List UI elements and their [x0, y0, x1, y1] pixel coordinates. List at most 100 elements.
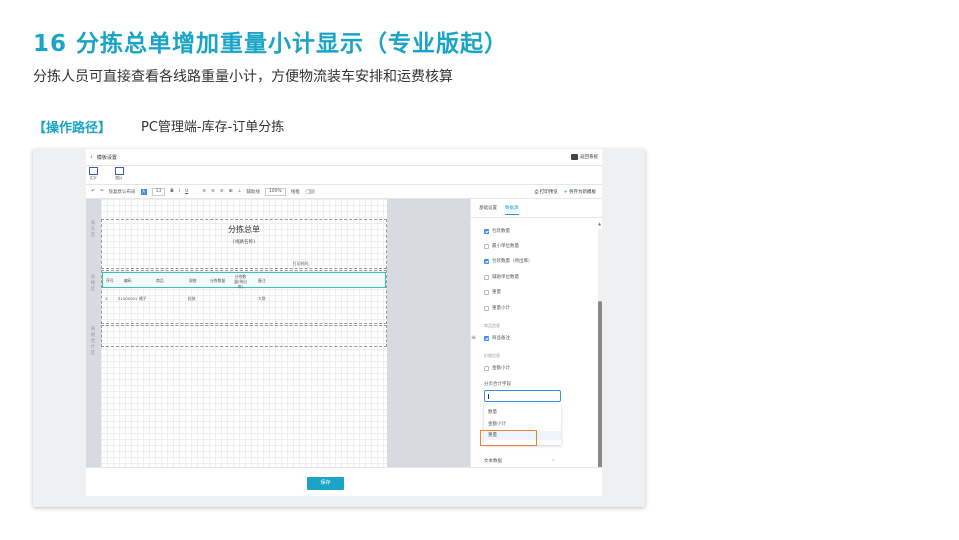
italic-button[interactable]: I — [179, 189, 180, 194]
print-preview-label: 打印预览 — [539, 190, 558, 195]
drag-handle-icon[interactable]: ≡ — [471, 334, 476, 341]
scroll-up-icon[interactable]: ▲ — [598, 221, 601, 226]
option-package-qty[interactable]: 包装数量 — [484, 228, 510, 234]
underline-button[interactable]: U — [185, 189, 188, 194]
undo-icon[interactable]: ↶ — [91, 189, 95, 194]
row-code: S1000001 — [118, 296, 138, 301]
tab-data-source[interactable]: 数据源 — [505, 205, 519, 215]
checkbox-unchecked[interactable] — [484, 289, 489, 295]
plus-icon: + — [563, 190, 568, 195]
option-label: 金额小计 — [492, 366, 510, 371]
save-as-new-button[interactable]: + 另存为新模板 — [564, 189, 596, 195]
col-header-code: 编码 — [124, 278, 132, 283]
checkbox-unchecked[interactable] — [484, 274, 489, 280]
doc-title[interactable]: 分拣总单 — [101, 224, 387, 235]
print-preview-button[interactable]: ⎙ 打印预览 — [535, 189, 558, 195]
table-header-row[interactable]: 序号 编码 商品 规格 分拣数量 分拣数量(待出库) 备注 — [102, 272, 386, 289]
image-icon — [114, 167, 124, 175]
page-subtotal-field-input[interactable] — [484, 390, 561, 402]
save-button[interactable]: 保存 — [307, 477, 344, 490]
side-label-header: 表头区 — [90, 221, 96, 238]
doc-subtitle[interactable]: {线路名称} — [101, 239, 387, 245]
path-label: 【操作路径】 — [33, 121, 112, 136]
zoom-select[interactable]: 100% — [264, 187, 286, 196]
back-chevron-icon[interactable]: ‹ — [90, 153, 93, 161]
align-center-icon[interactable]: ≡ — [211, 189, 215, 194]
scrollbar-thumb[interactable] — [598, 301, 602, 471]
align-left-icon[interactable]: ≡ — [202, 189, 206, 194]
checkbox-checked[interactable] — [484, 228, 489, 234]
dropdown-option-amount-subtotal[interactable]: 金额小计 — [488, 421, 506, 427]
col-header-qty-pending: 分拣数量(待出库) — [234, 274, 247, 289]
dropdown-option-qty[interactable]: 数量 — [488, 409, 497, 415]
insert-image-button[interactable]: 图片 — [112, 167, 126, 181]
screenshot-frame: ‹ 模板设置 返回系统 文字 图片 ↶ ↷ 恢复默认布局 A 13 B I U … — [33, 149, 645, 507]
page-subtotal-field-label: 分页合计字段 — [484, 382, 511, 387]
option-weight[interactable]: 重量 — [484, 289, 501, 295]
panel-scrollbar[interactable] — [598, 229, 602, 471]
summary-band[interactable] — [101, 325, 387, 347]
checkbox-checked[interactable] — [484, 258, 489, 264]
row-index: 1 — [105, 296, 108, 301]
side-label-table: 表格区 — [90, 275, 96, 292]
col-header-qty: 分拣数量 — [210, 278, 226, 283]
toolbar-right-actions: ⎙ 打印预览 + 另存为新模板 — [535, 189, 596, 195]
font-size-input[interactable]: 13 — [151, 187, 166, 196]
insert-image-label: 图片 — [115, 176, 123, 180]
line-frame-toggle[interactable] — [304, 189, 315, 194]
col-header-index: 序号 — [106, 278, 114, 283]
checkbox-checked[interactable] — [484, 335, 489, 341]
option-label: 辅助单位数量 — [492, 275, 519, 280]
side-label-summary: 表格合计区 — [90, 327, 96, 356]
page-title: 模板设置 — [96, 154, 117, 161]
checkbox-unchecked[interactable] — [484, 243, 489, 249]
tab-basic-settings[interactable]: 基础设置 — [479, 205, 497, 215]
save-as-new-label: 另存为新模板 — [569, 190, 596, 195]
option-aux-unit-qty[interactable]: 辅助单位数量 — [484, 274, 519, 280]
insert-text-label: 文字 — [89, 176, 97, 180]
chevron-right-icon: › — [552, 458, 554, 463]
print-time-field[interactable]: 打印时间： — [293, 261, 312, 267]
return-system-button[interactable]: 返回系统 — [571, 154, 598, 160]
restore-layout-button[interactable]: 恢复默认布局 — [109, 189, 136, 195]
option-goods-remark[interactable]: 商品备注 — [484, 335, 510, 341]
group-price-info: 价格信息 — [484, 353, 500, 358]
properties-panel: 基础设置 数据源 ▲ 包装数量 最小单位数量 包装数量（待出库） 辅助单位数量 … — [470, 199, 603, 471]
col-header-spec: 规格 — [189, 278, 197, 283]
option-package-qty-pending[interactable]: 包装数量（待出库） — [484, 258, 533, 264]
path-value: PC管理端-库存-订单分拣 — [141, 120, 285, 135]
layer-icon[interactable]: ⊥ — [237, 189, 241, 194]
template-paper[interactable]: 分拣总单 {线路名称} 打印时间： 序号 编码 商品 规格 分拣数量 分拣数量(… — [101, 199, 387, 467]
panel-tabs: 基础设置 数据源 — [479, 205, 519, 215]
design-canvas: 表头区 表格区 表格合计区 分拣总单 {线路名称} 打印时间： 序号 编码 商品… — [86, 199, 470, 467]
col-header-goods: 商品 — [156, 278, 164, 283]
align-right-icon[interactable]: ≡ — [220, 189, 224, 194]
redo-icon[interactable]: ↷ — [100, 189, 104, 194]
text-data-section[interactable]: 文本数据 › — [484, 458, 554, 464]
option-label: 重量小计 — [492, 306, 510, 311]
bold-button[interactable]: B — [170, 189, 173, 194]
format-toolbar: ↶ ↷ 恢复默认布局 A 13 B I U ≡ ≡ ≡ ⊞ ⊥ 辅助线 100%… — [86, 185, 602, 199]
insert-text-button[interactable]: 文字 — [86, 167, 100, 181]
group-goods-info: 商品信息 — [484, 323, 500, 328]
valign-icon[interactable]: ⊞ — [229, 189, 233, 194]
line-frame-label: 线框 — [290, 189, 300, 195]
footer-bar: 保存 — [86, 467, 602, 496]
return-label: 返回系统 — [580, 155, 598, 160]
option-weight-subtotal[interactable]: 重量小计 — [484, 305, 510, 311]
option-amount-subtotal[interactable]: 金额小计 — [484, 365, 510, 371]
option-label: 包装数量 — [492, 229, 510, 234]
insert-toolbar: 文字 图片 — [86, 166, 602, 185]
row-goods: 橘子 — [139, 296, 147, 301]
topbar: ‹ 模板设置 返回系统 — [86, 149, 602, 166]
option-label: 商品备注 — [492, 336, 510, 341]
col-header-remark: 备注 — [258, 278, 266, 283]
row-spec: 粒装 — [188, 296, 196, 301]
grid-toggle-button[interactable]: 辅助线 — [246, 189, 260, 195]
option-label: 最小单位数量 — [492, 244, 519, 249]
option-min-unit-qty[interactable]: 最小单位数量 — [484, 243, 519, 249]
checkbox-unchecked[interactable] — [484, 365, 489, 371]
checkbox-unchecked[interactable] — [484, 305, 489, 311]
font-color-icon[interactable]: A — [140, 188, 147, 195]
slide-subtitle: 分拣人员可直接查看各线路重量小计，方便物流装车安排和运费核算 — [33, 69, 453, 85]
